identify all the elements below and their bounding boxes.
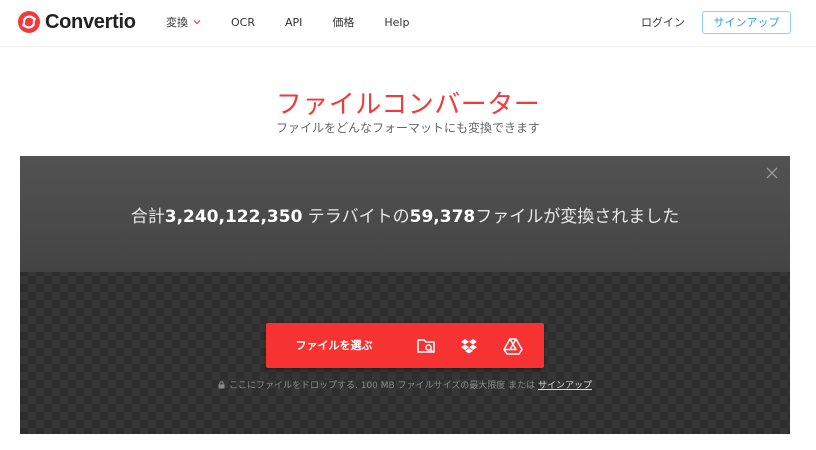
nav-api[interactable]: API [285, 16, 302, 29]
close-icon[interactable] [766, 167, 778, 179]
folder-search-icon [417, 339, 435, 353]
stats-files: 59,378 [409, 207, 476, 227]
signup-button[interactable]: サインアップ [702, 11, 791, 34]
nav-ocr-label: OCR [231, 15, 255, 29]
signup-link[interactable]: サインアップ [538, 381, 592, 391]
logo[interactable]: Convertio [18, 9, 136, 35]
nav-api-label: API [284, 15, 303, 29]
nav-convert-label: 変換 [166, 16, 188, 29]
stats-banner: 合計3,240,122,350 テラバイトの59,378ファイルが変換されました [20, 156, 790, 272]
from-computer-button[interactable] [416, 336, 436, 356]
stats-suffix: ファイルが変換されました [475, 207, 680, 227]
nav-ocr[interactable]: OCR [231, 16, 255, 29]
lock-icon [218, 381, 225, 389]
login-link[interactable]: ログイン [641, 14, 685, 30]
stats-middle: テラバイトの [302, 207, 410, 227]
stats-prefix: 合計 [130, 207, 165, 227]
top-header: Convertio 変換 OCR API 価格 Help ログイン サインアップ [0, 0, 816, 47]
nav-help[interactable]: Help [384, 16, 409, 29]
upload-panel[interactable]: 合計3,240,122,350 テラバイトの59,378ファイルが変換されました… [20, 156, 790, 434]
google-drive-icon [503, 338, 523, 355]
logo-text: Convertio [45, 10, 136, 33]
convertio-logo-icon [18, 11, 40, 33]
from-google-drive-button[interactable] [503, 336, 523, 356]
nav-pricing-label: 価格 [332, 16, 355, 29]
from-dropbox-button[interactable] [459, 336, 479, 356]
conversion-stats: 合計3,240,122,350 テラバイトの59,378ファイルが変換されました [20, 202, 790, 227]
dropbox-icon [461, 339, 477, 354]
drop-zone-note: ここにファイルをドロップする. 100 MB ファイルサイズの最大限度 または … [20, 378, 790, 391]
main-nav: 変換 OCR API 価格 Help [166, 14, 439, 30]
nav-help-label: Help [384, 15, 410, 29]
chevron-down-icon [193, 20, 201, 25]
page-title: ファイルコンバーター [275, 90, 541, 120]
nav-pricing[interactable]: 価格 [332, 14, 354, 30]
choose-files-bar: ファイルを選ぶ [266, 323, 544, 368]
choose-files-button[interactable]: ファイルを選ぶ [266, 323, 402, 368]
drop-note-text: ここにファイルをドロップする. 100 MB ファイルサイズの最大限度 または [228, 381, 538, 391]
nav-convert[interactable]: 変換 [166, 14, 201, 30]
page-subtitle: ファイルをどんなフォーマットにも変換できます [275, 121, 540, 135]
stats-terabytes: 3,240,122,350 [164, 207, 303, 227]
